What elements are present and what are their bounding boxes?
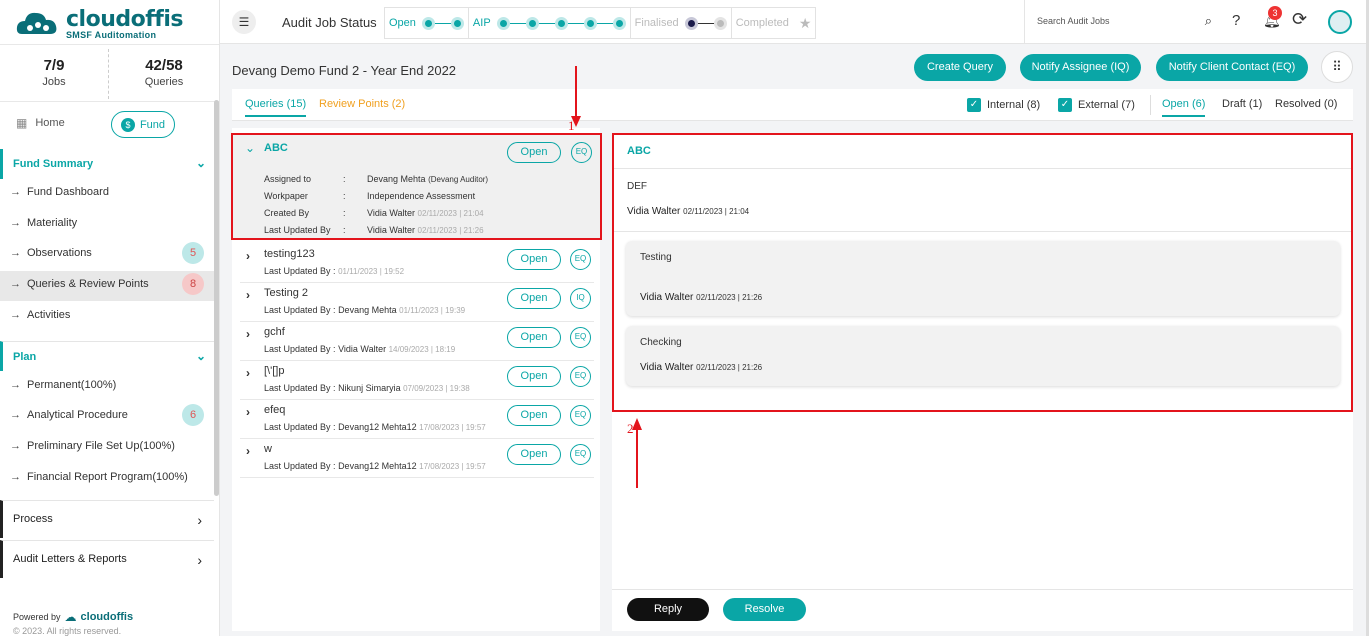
annotation-number: 1 [568, 118, 575, 133]
annotation-overlay [571, 66, 642, 488]
annotation-number: 2 [627, 421, 634, 436]
